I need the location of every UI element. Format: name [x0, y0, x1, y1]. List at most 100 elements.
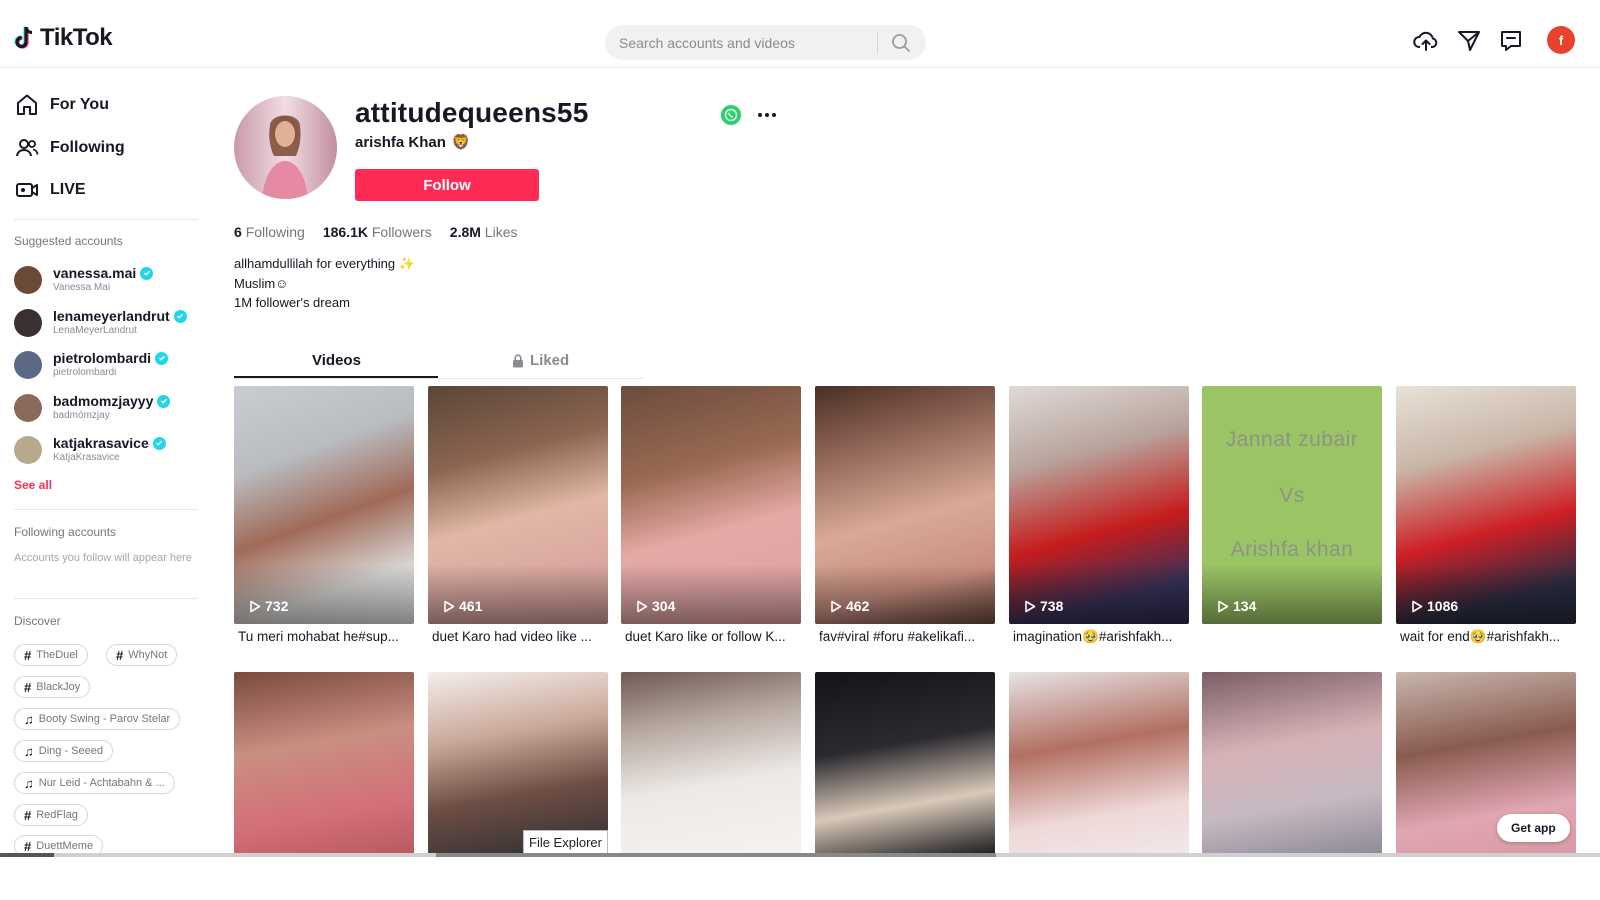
play-icon: [444, 600, 455, 612]
suggested-account[interactable]: lenameyerlandrut LenaMeyerLandrut: [14, 308, 187, 337]
search-bar: [605, 25, 926, 60]
nav-following[interactable]: Following: [14, 132, 125, 164]
following-accounts-note: Accounts you follow will appear here: [14, 552, 192, 564]
thumbnail-overlay-text: Jannat zubair: [1225, 428, 1359, 451]
tab-liked[interactable]: Liked: [512, 352, 569, 369]
lion-emoji: 🦁: [451, 134, 471, 151]
suggested-account[interactable]: badmomzjayyy badmómzjay: [14, 393, 171, 422]
stat-following[interactable]: 6 Following: [234, 224, 305, 240]
discover-tag[interactable]: ♫ Ding - Seeed: [14, 740, 113, 762]
view-count: 732: [249, 598, 288, 614]
account-name: LenaMeyerLandrut: [53, 325, 137, 336]
follow-button[interactable]: Follow: [355, 169, 539, 201]
tiktok-logo[interactable]: TikTok: [14, 24, 113, 52]
hashtag-icon: #: [24, 679, 32, 695]
account-username: badmomzjayyy: [53, 393, 171, 409]
sidebar-divider: [14, 219, 198, 220]
discover-tag[interactable]: ♫ Booty Swing - Parov Stelar: [14, 708, 181, 730]
video-thumbnail[interactable]: 461: [428, 386, 608, 624]
suggested-account[interactable]: katjakrasavice KatjaKrasavice: [14, 435, 166, 464]
video-thumbnail[interactable]: [1202, 672, 1382, 854]
video-thumbnail[interactable]: 732: [234, 386, 414, 624]
thumbnail-shade: [815, 564, 995, 624]
profile-display-name: arishfa Khan 🦁: [355, 133, 471, 152]
music-icon: ♫: [24, 743, 34, 759]
discover-tag[interactable]: # TheDuel: [14, 644, 88, 666]
video-thumbnail[interactable]: 304: [621, 386, 801, 624]
video-caption[interactable]: duet Karo had video like ...: [432, 629, 612, 644]
file-explorer-tooltip: File Explorer: [523, 830, 608, 854]
view-count: 462: [830, 598, 869, 614]
account-name: KatjaKrasavice: [53, 452, 120, 463]
account-name: pietrolombardi: [53, 367, 117, 378]
home-icon: [17, 94, 37, 115]
video-thumbnail[interactable]: Jannat zubair Vs Arishfa khan 134: [1202, 386, 1382, 624]
hashtag-icon: #: [24, 647, 32, 663]
active-tab-indicator: [234, 376, 438, 378]
play-icon: [1412, 600, 1423, 612]
get-app-button[interactable]: Get app: [1497, 814, 1570, 842]
view-count: 738: [1024, 598, 1063, 614]
account-username: katjakrasavice: [53, 435, 166, 451]
message-icon[interactable]: [1498, 28, 1524, 54]
video-caption[interactable]: fav#viral #foru #akelikafi...: [819, 629, 999, 644]
tiktok-note-icon: [14, 26, 33, 49]
page-bottom-area: [0, 857, 1600, 900]
video-thumbnail[interactable]: [234, 672, 414, 854]
video-caption[interactable]: duet Karo like or follow K...: [625, 629, 805, 644]
discover-tag[interactable]: ♫ Nur Leid - Achtabahn & ...: [14, 772, 175, 794]
thumbnail-shade: [428, 564, 608, 624]
stat-likes: 2.8M Likes: [449, 224, 518, 240]
thumbnail-shade: [1396, 564, 1576, 624]
play-icon: [1025, 600, 1036, 612]
play-icon: [1218, 600, 1229, 612]
user-avatar[interactable]: f: [1547, 26, 1575, 54]
nav-label: LIVE: [50, 181, 86, 198]
search-button[interactable]: [878, 25, 924, 60]
nav-for-you[interactable]: For You: [14, 89, 109, 121]
sidebar-divider: [14, 509, 198, 510]
view-count: 461: [443, 598, 482, 614]
discover-tag[interactable]: # WhyNot: [106, 644, 178, 666]
video-thumbnail[interactable]: [621, 672, 801, 854]
play-icon: [250, 600, 261, 612]
profile-photo: [234, 96, 337, 199]
profile-username: attitudequeens55: [355, 97, 589, 128]
search-input[interactable]: [605, 34, 877, 51]
video-thumbnail[interactable]: [1009, 672, 1189, 854]
video-thumbnail[interactable]: 1086: [1396, 386, 1576, 624]
view-count: 134: [1217, 598, 1256, 614]
see-all-link[interactable]: See all: [14, 478, 52, 492]
video-thumbnail[interactable]: 462: [815, 386, 995, 624]
video-caption[interactable]: imagination🥹#arishfakh...: [1013, 629, 1193, 645]
video-thumbnail[interactable]: [428, 672, 608, 854]
video-caption[interactable]: wait for end🥹#arishfakh...: [1400, 629, 1580, 645]
stat-followers[interactable]: 186.1K Followers: [323, 224, 432, 240]
thumbnail-shade: [234, 564, 414, 624]
profile-avatar[interactable]: [234, 96, 337, 199]
view-count: 304: [636, 598, 675, 614]
lock-icon: [513, 353, 523, 367]
send-icon[interactable]: [1456, 28, 1482, 54]
discover-tag[interactable]: # BlackJoy: [14, 676, 91, 698]
tab-videos[interactable]: Videos: [312, 352, 361, 369]
video-thumbnail[interactable]: 738: [1009, 386, 1189, 624]
thumbnail-shade: [1009, 564, 1189, 624]
nav-live[interactable]: LIVE: [14, 174, 86, 206]
sidebar-divider: [14, 598, 198, 599]
play-icon: [637, 600, 648, 612]
suggested-account[interactable]: pietrolombardi pietrolombardi: [14, 350, 169, 379]
profile-stats: 6 Following 186.1K Followers 2.8M Likes: [234, 224, 517, 240]
video-caption[interactable]: Tu meri mohabat he#sup...: [238, 629, 418, 644]
discover-tag[interactable]: # RedFlag: [14, 804, 88, 826]
account-username: vanessa.mai: [53, 265, 154, 281]
avatar: [14, 350, 42, 379]
account-username: pietrolombardi: [53, 350, 169, 366]
view-count: 1086: [1411, 598, 1458, 614]
account-name: badmómzjay: [53, 410, 110, 421]
whatsapp-share-icon[interactable]: [721, 105, 741, 125]
suggested-account[interactable]: vanessa.mai Vanessa Mai: [14, 265, 154, 294]
more-options-icon[interactable]: [755, 105, 779, 125]
video-thumbnail[interactable]: [815, 672, 995, 854]
upload-icon[interactable]: [1413, 28, 1439, 54]
